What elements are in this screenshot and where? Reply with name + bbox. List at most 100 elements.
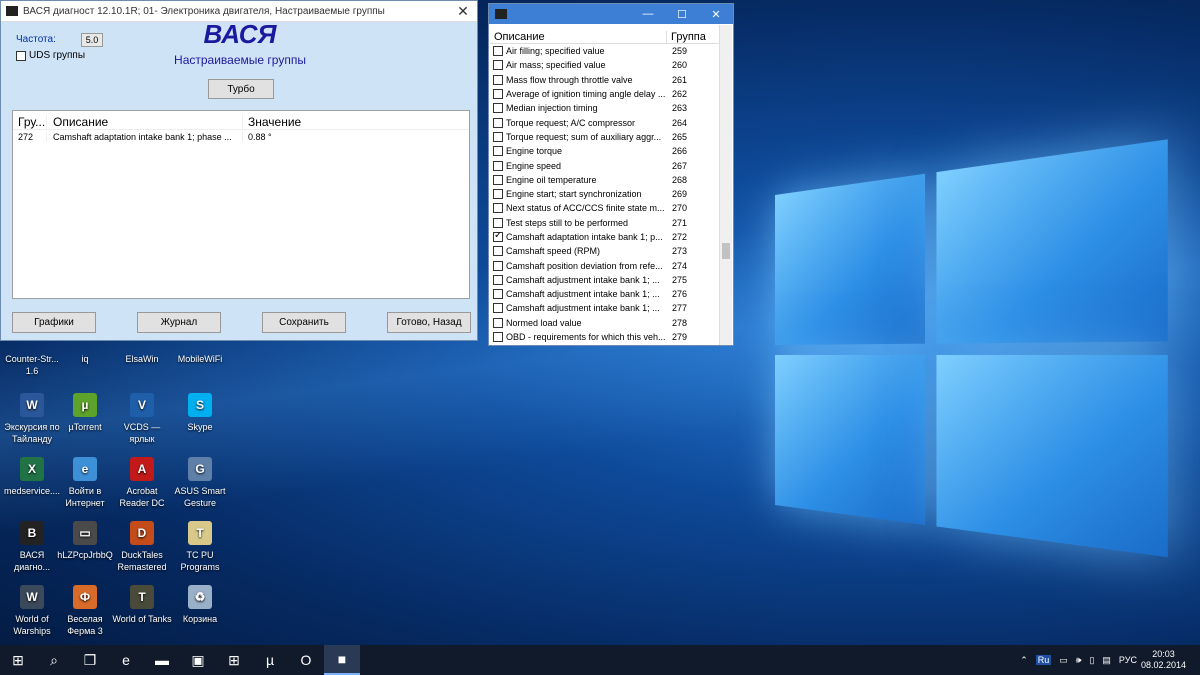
desktop-icon[interactable]: ♻ Корзина (170, 585, 230, 625)
language-indicator[interactable]: РУС (1119, 655, 1137, 665)
done-back-button[interactable]: Готово, Назад (387, 312, 471, 333)
desktop-icon[interactable]: A Acrobat Reader DC (112, 457, 172, 509)
list-item[interactable]: Camshaft position deviation from refe...… (490, 258, 720, 272)
checkbox-icon[interactable] (493, 261, 503, 271)
column-header-value[interactable]: Значение (243, 115, 469, 129)
list-item[interactable]: OBD - requirements for which this veh...… (490, 330, 720, 344)
desktop-icon[interactable]: D DuckTales Remastered (112, 521, 172, 573)
task-view-icon[interactable]: ❐ (72, 645, 108, 675)
desktop-icon[interactable]: S Skype (170, 393, 230, 433)
list-item[interactable]: Air mass; specified value 260 (490, 58, 720, 72)
desktop-icon[interactable]: WMobileWiFi (170, 345, 230, 365)
search-icon[interactable]: ⌕ (36, 645, 72, 675)
checkbox-icon[interactable] (493, 203, 503, 213)
edge-icon[interactable]: e (108, 645, 144, 675)
list-item[interactable]: Normed load value 278 (490, 316, 720, 330)
acrobat-icon: A (130, 457, 154, 481)
list-item[interactable]: Torque request; sum of auxiliary aggr...… (490, 130, 720, 144)
desktop-icon[interactable]: V VCDS — ярлык (112, 393, 172, 445)
column-header-description[interactable]: Описание (47, 115, 243, 129)
desktop-icon[interactable]: iqiq (55, 345, 115, 365)
desktop-icon[interactable]: ▭ hLZPcpJrbbQ (55, 521, 115, 561)
table-row[interactable]: 272 Camshaft adaptation intake bank 1; p… (13, 130, 469, 144)
checkbox-icon[interactable] (493, 246, 503, 256)
explorer-icon[interactable]: ▬ (144, 645, 180, 675)
utorrent-taskbar-icon[interactable]: µ (252, 645, 288, 675)
desktop-icon[interactable]: G ASUS Smart Gesture (170, 457, 230, 509)
checkbox-icon[interactable] (493, 89, 503, 99)
desktop-icon[interactable]: EElsaWin (112, 345, 172, 365)
network-icon[interactable]: ▯ (1089, 655, 1094, 666)
checkbox-icon[interactable] (493, 275, 503, 285)
journal-button[interactable]: Журнал (137, 312, 221, 333)
column-header-group[interactable]: Гру... (13, 115, 47, 129)
column-header-description[interactable]: Описание (490, 31, 667, 43)
checkbox-icon[interactable] (493, 46, 503, 56)
list-item[interactable]: Next status of ACC/CCS finite state m...… (490, 201, 720, 215)
checkbox-icon[interactable] (493, 132, 503, 142)
checkbox-icon[interactable] (493, 218, 503, 228)
checkbox-icon[interactable] (493, 146, 503, 156)
checkbox-icon[interactable] (493, 75, 503, 85)
close-icon[interactable]: ✕ (449, 3, 477, 20)
list-item-description: Engine oil temperature (490, 175, 667, 185)
checkbox-icon[interactable] (493, 289, 503, 299)
checkbox-icon[interactable] (493, 118, 503, 128)
vasya-taskbar-icon[interactable]: ■ (324, 645, 360, 675)
notification-icon[interactable]: ▤ (1102, 655, 1111, 666)
checkbox-icon[interactable] (493, 232, 503, 242)
list-item[interactable]: Camshaft adjustment intake bank 1; ... 27… (490, 287, 720, 301)
list-item[interactable]: Torque request; A/C compressor 264 (490, 115, 720, 129)
checkbox-icon[interactable] (493, 303, 503, 313)
app-icon[interactable]: ▣ (180, 645, 216, 675)
checkbox-icon[interactable] (493, 175, 503, 185)
battery-icon[interactable]: ▭ (1059, 655, 1068, 666)
opera-icon[interactable]: O (288, 645, 324, 675)
store-icon[interactable]: ⊞ (216, 645, 252, 675)
turbo-button[interactable]: Турбо (208, 79, 274, 99)
desktop-icon[interactable]: В ВАСЯ диагно... (2, 521, 62, 573)
list-item[interactable]: Median injection timing 263 (490, 101, 720, 115)
minimize-icon[interactable]: — (631, 8, 665, 20)
desktop-icon[interactable]: W Экскурсия по Тайланду (2, 393, 62, 445)
close-icon[interactable]: ✕ (699, 8, 733, 21)
desktop-icon[interactable]: µ µTorrent (55, 393, 115, 433)
desktop-icon[interactable]: T World of Tanks (112, 585, 172, 625)
list-item[interactable]: Camshaft adjustment intake bank 1; ... 27… (490, 273, 720, 287)
group-window-titlebar[interactable]: — ☐ ✕ (489, 4, 733, 24)
ru-badge[interactable]: Ru (1036, 655, 1052, 665)
maximize-icon[interactable]: ☐ (665, 8, 699, 21)
list-item[interactable]: Engine torque 266 (490, 144, 720, 158)
checkbox-icon[interactable] (493, 189, 503, 199)
list-item[interactable]: Average of ignition timing angle delay .… (490, 87, 720, 101)
list-item[interactable]: Test steps still to be performed 271 (490, 216, 720, 230)
checkbox-icon[interactable] (493, 60, 503, 70)
desktop-icon[interactable]: Ф Веселая Ферма 3 (55, 585, 115, 637)
checkbox-icon[interactable] (493, 332, 503, 342)
desktop-icon[interactable]: Xmedservice.... (2, 457, 62, 497)
desktop-icon[interactable]: T TC PU Programs (170, 521, 230, 573)
start-icon[interactable]: ⊞ (0, 645, 36, 675)
volume-icon[interactable]: 🕪 (1076, 655, 1082, 666)
list-item[interactable]: Camshaft speed (RPM) 273 (490, 244, 720, 258)
desktop-icon[interactable]: e Войти в Интернет (55, 457, 115, 509)
checkbox-icon[interactable] (493, 161, 503, 171)
desktop-icon[interactable]: CSCounter-Str... 1.6 (2, 345, 62, 377)
vertical-scrollbar[interactable] (719, 25, 732, 345)
list-item[interactable]: Engine speed 267 (490, 158, 720, 172)
list-item[interactable]: Mass flow through throttle valve 261 (490, 73, 720, 87)
list-item[interactable]: Engine start; start synchronization 269 (490, 187, 720, 201)
column-header-group[interactable]: Группа (667, 31, 720, 43)
list-item[interactable]: Camshaft adjustment intake bank 1; ... 27… (490, 301, 720, 315)
tray-up-arrow-icon[interactable]: ⌃ (1020, 655, 1028, 666)
desktop-icon[interactable]: W World of Warships (2, 585, 62, 637)
clock[interactable]: 20:03 08.02.2014 (1141, 649, 1186, 671)
save-button[interactable]: Сохранить (262, 312, 346, 333)
list-item[interactable]: Engine oil temperature 268 (490, 173, 720, 187)
list-item[interactable]: Camshaft adaptation intake bank 1; p... 2… (490, 230, 720, 244)
checkbox-icon[interactable] (493, 318, 503, 328)
checkbox-icon[interactable] (493, 103, 503, 113)
list-item[interactable]: Air filling; specified value 259 (490, 44, 720, 58)
scrollbar-thumb[interactable] (722, 243, 730, 259)
graphs-button[interactable]: Графики (12, 312, 96, 333)
